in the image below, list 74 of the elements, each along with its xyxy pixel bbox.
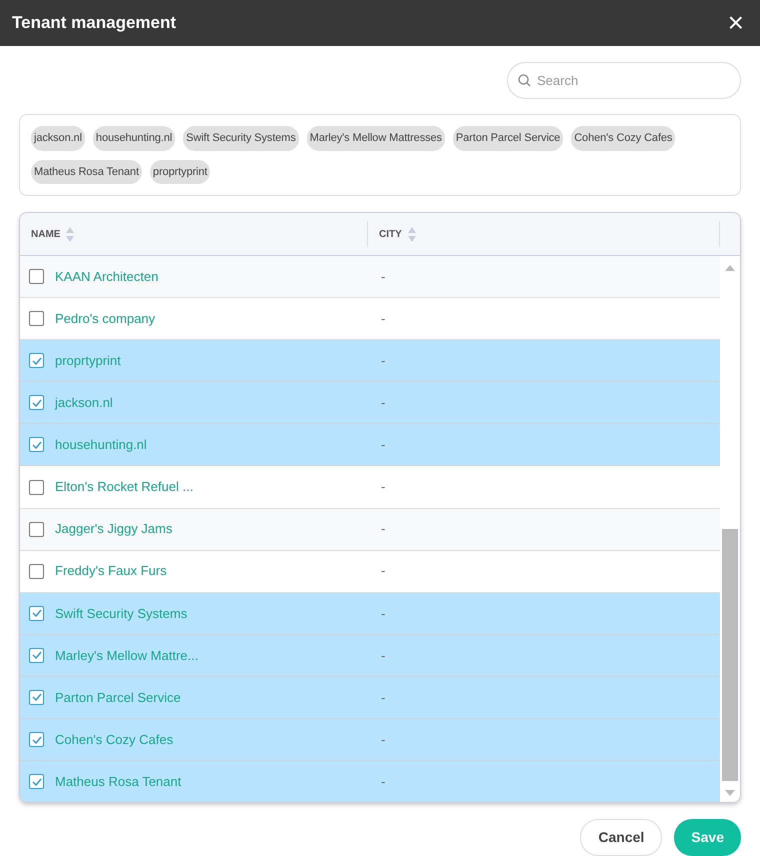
- checkbox[interactable]: [29, 311, 44, 326]
- tag: Parton Parcel Service: [452, 126, 564, 150]
- tenant-name-link[interactable]: Pedro's company: [55, 308, 156, 328]
- table-row[interactable]: jackson.nl -: [20, 382, 720, 424]
- tenant-name-link[interactable]: KAAN Architecten: [55, 266, 158, 286]
- tenant-name-link[interactable]: Cohen's Cozy Cafes: [55, 730, 174, 750]
- tag: househunting.nl: [92, 126, 176, 150]
- tag: jackson.nl: [31, 126, 85, 150]
- check-icon: [32, 440, 42, 449]
- check-icon: [32, 356, 42, 365]
- checkbox[interactable]: [29, 395, 44, 410]
- city-text: -: [381, 772, 386, 791]
- table-row[interactable]: Jagger's Jiggy Jams -: [20, 508, 720, 551]
- table-row[interactable]: Cohen's Cozy Cafes -: [20, 719, 720, 762]
- cancel-button[interactable]: Cancel: [580, 819, 662, 856]
- checkbox[interactable]: [29, 732, 44, 748]
- check-icon: [32, 778, 42, 786]
- tenant-name-link[interactable]: househunting.nl: [55, 435, 147, 455]
- tenant-name-link[interactable]: Elton's Rocket Refuel ...: [55, 477, 194, 497]
- checkbox[interactable]: [29, 480, 44, 495]
- check-icon: [32, 736, 42, 744]
- tag: Marley's Mellow Mattresses: [306, 126, 445, 150]
- table-row[interactable]: proprtyprint -: [20, 340, 720, 382]
- check-icon: [32, 693, 42, 702]
- scroll-up-icon[interactable]: [724, 264, 736, 272]
- table-row[interactable]: Swift Security Systems -: [20, 592, 720, 635]
- checkbox[interactable]: [29, 269, 44, 284]
- dialog-title: Tenant management: [12, 12, 176, 34]
- tenant-name-link[interactable]: jackson.nl: [55, 393, 113, 413]
- tenant-name-link[interactable]: Marley's Mellow Mattre...: [55, 646, 198, 666]
- search-field[interactable]: Search: [507, 62, 741, 99]
- table-row[interactable]: Parton Parcel Service -: [20, 676, 720, 720]
- checkbox[interactable]: [29, 353, 44, 368]
- tenant-name-link[interactable]: Matheus Rosa Tenant: [55, 772, 182, 792]
- city-text: -: [381, 562, 386, 580]
- checkbox[interactable]: [29, 522, 44, 537]
- tenant-name-link[interactable]: proprtyprint: [55, 350, 121, 370]
- city-text: -: [381, 688, 386, 707]
- city-text: -: [381, 604, 386, 623]
- scroll-down-icon[interactable]: [724, 789, 736, 797]
- tenant-name-link[interactable]: Freddy's Faux Furs: [55, 561, 167, 581]
- city-text: -: [381, 436, 386, 454]
- city-text: -: [381, 310, 386, 328]
- checkbox[interactable]: [29, 606, 44, 621]
- column-header[interactable]: CITY: [379, 226, 402, 242]
- table-row[interactable]: househunting.nl -: [20, 424, 720, 466]
- save-button[interactable]: Save: [674, 819, 741, 856]
- tenant-name-link[interactable]: Parton Parcel Service: [55, 688, 181, 708]
- table-row[interactable]: Matheus Rosa Tenant -: [20, 761, 720, 802]
- city-text: -: [381, 478, 386, 496]
- city-text: -: [381, 646, 386, 665]
- check-icon: [32, 609, 42, 618]
- checkbox[interactable]: [29, 437, 44, 452]
- city-text: -: [381, 352, 386, 370]
- tag: Matheus Rosa Tenant: [31, 160, 142, 184]
- city-text: -: [381, 268, 386, 286]
- check-icon: [32, 398, 42, 407]
- tag: proprtyprint: [150, 160, 210, 184]
- table-row[interactable]: Marley's Mellow Mattre... -: [20, 634, 720, 677]
- city-text: -: [381, 730, 386, 749]
- checkbox[interactable]: [29, 564, 44, 579]
- check-icon: [32, 651, 42, 660]
- close-button[interactable]: ×: [724, 9, 748, 37]
- checkbox[interactable]: [29, 690, 44, 705]
- checkbox[interactable]: [29, 648, 44, 663]
- tag: Cohen's Cozy Cafes: [571, 126, 676, 150]
- tenant-name-link[interactable]: Swift Security Systems: [55, 604, 188, 624]
- tenant-name-link[interactable]: Jagger's Jiggy Jams: [55, 519, 172, 539]
- city-text: -: [381, 520, 386, 538]
- table-row[interactable]: KAAN Architecten -: [20, 256, 720, 298]
- column-header[interactable]: NAME: [31, 226, 60, 242]
- city-text: -: [381, 394, 386, 412]
- tag: Swift Security Systems: [183, 126, 299, 150]
- checkbox[interactable]: [29, 774, 44, 790]
